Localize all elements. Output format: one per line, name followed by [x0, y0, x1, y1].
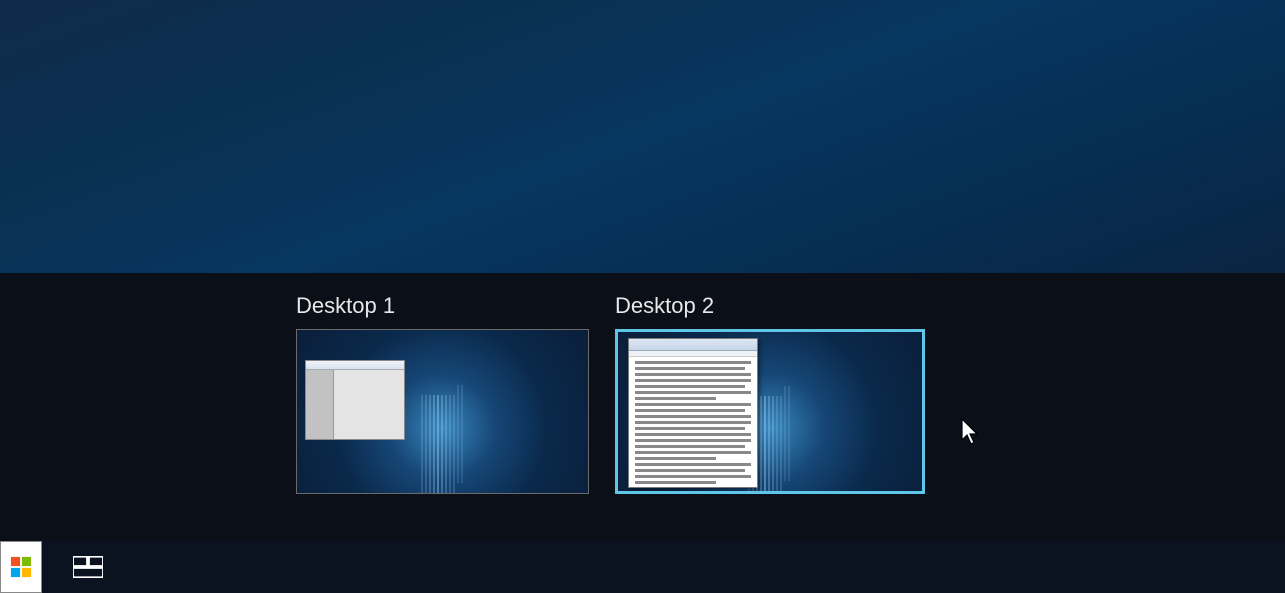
app-window-thumb	[305, 360, 405, 440]
task-view-icon	[73, 556, 103, 578]
taskbar	[0, 541, 1285, 593]
desktop-wallpaper	[0, 0, 1285, 273]
wallpaper-rays	[437, 395, 439, 493]
wallpaper-rays	[764, 396, 766, 491]
virtual-desktop-2[interactable]: Desktop 2	[615, 273, 925, 473]
start-button[interactable]	[0, 541, 42, 593]
document-window-thumb	[628, 338, 758, 488]
desktop-label: Desktop 1	[296, 273, 589, 319]
task-view-panel: Desktop 1 Desktop 2	[0, 273, 1285, 541]
windows-logo-icon	[10, 556, 32, 578]
task-view-button[interactable]	[62, 541, 114, 593]
desktop-thumbnail[interactable]	[296, 329, 589, 494]
desktop-label: Desktop 2	[615, 273, 925, 319]
virtual-desktop-1[interactable]: Desktop 1	[296, 273, 589, 473]
desktop-thumbnail-selected[interactable]	[615, 329, 925, 494]
